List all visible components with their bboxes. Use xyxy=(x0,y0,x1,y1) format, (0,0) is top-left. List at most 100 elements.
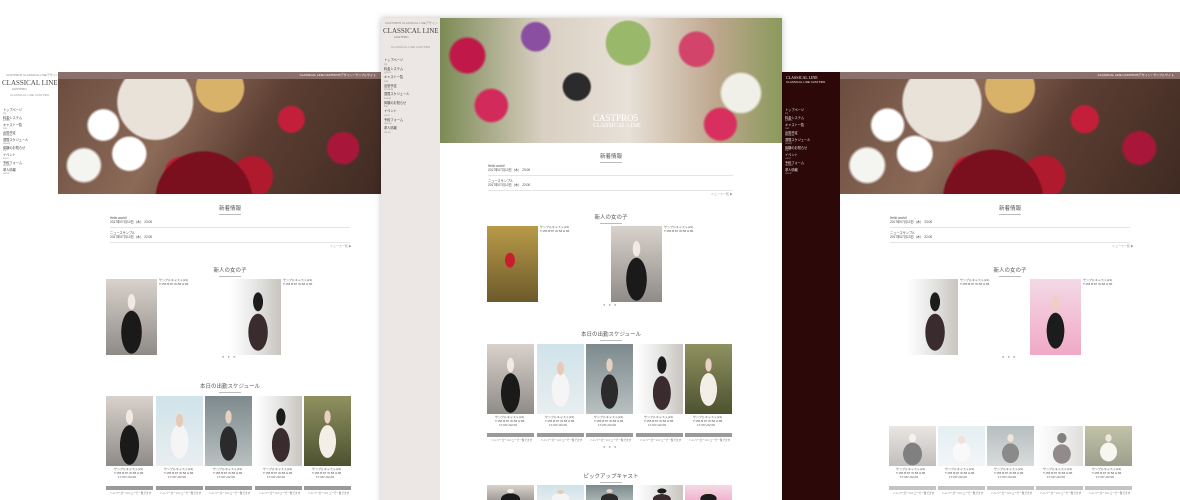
nav-item[interactable]: 体験のお知らせ trial xyxy=(384,101,409,110)
cast-photo[interactable] xyxy=(1030,279,1081,355)
cast-photo[interactable] xyxy=(889,426,936,466)
cast-photo[interactable] xyxy=(487,226,538,302)
cast-detail-button[interactable] xyxy=(636,433,683,437)
cast-photo[interactable] xyxy=(586,344,633,414)
news-more-link[interactable]: ニュース一覧 ▶ xyxy=(1112,244,1134,248)
nav-item[interactable]: 料金システム system xyxy=(3,116,28,124)
cast-photo[interactable] xyxy=(1036,426,1083,466)
cast-detail-button[interactable] xyxy=(304,486,351,490)
cast-menu-link[interactable]: ハンバーガーメニューで一覧でます xyxy=(110,491,151,495)
nav-item[interactable]: イベント event xyxy=(3,153,28,161)
nav-item[interactable]: キャスト一覧 cast xyxy=(384,75,409,84)
cast-menu-link[interactable]: ハンバーガーメニューで一覧でます xyxy=(308,491,349,495)
cast-detail-button[interactable] xyxy=(938,486,985,490)
cast-photo[interactable] xyxy=(230,279,281,355)
cast-detail-button[interactable] xyxy=(987,486,1034,490)
cast-photo[interactable] xyxy=(1085,426,1132,466)
site-logo[interactable]: CLASSICAL LINE xyxy=(383,27,439,35)
cast-size: T:155 B:87 W:58 H:86 xyxy=(159,282,189,286)
cast-photo[interactable] xyxy=(685,344,732,414)
carousel-dots[interactable]: ● ● ● xyxy=(222,354,236,359)
cast-photo[interactable] xyxy=(106,279,157,355)
nav-item[interactable]: 週間スケジュール weekly xyxy=(3,138,28,146)
cast-photo[interactable] xyxy=(586,485,633,500)
nav-item[interactable]: トップページ top xyxy=(3,108,28,116)
cast-menu-link[interactable]: ハンバーガーメニューで一覧でます xyxy=(1089,491,1130,495)
cast-menu-link[interactable]: ハンバーガーメニューで一覧でます xyxy=(942,491,983,495)
news-more-link[interactable]: ニュース一覧 ▶ xyxy=(330,244,352,248)
cast-photo[interactable] xyxy=(685,485,732,500)
nav-item[interactable]: 予約フォーム reserve xyxy=(785,161,810,169)
cast-photo[interactable] xyxy=(938,426,985,466)
cast-menu-link[interactable]: ハンバーガーメニューで一覧でます xyxy=(259,491,300,495)
cast-detail-button[interactable] xyxy=(255,486,302,490)
nav-item[interactable]: イベント event xyxy=(384,109,409,118)
nav-item[interactable]: キャスト一覧 cast xyxy=(3,123,28,131)
cast-photo[interactable] xyxy=(255,396,302,466)
cast-detail-button[interactable] xyxy=(1085,486,1132,490)
cast-menu-link[interactable]: ハンバーガーメニューで一覧でます xyxy=(160,491,201,495)
cast-photo[interactable] xyxy=(987,426,1034,466)
nav-item[interactable]: 出勤予定 schedule xyxy=(384,84,409,93)
cast-photo[interactable] xyxy=(611,226,662,302)
cast-menu-link[interactable]: ハンバーガーメニューで一覧でます xyxy=(491,438,532,442)
cast-menu-link[interactable]: ハンバーガーメニューで一覧でます xyxy=(640,438,681,442)
nav-item[interactable]: 出勤予定 schedule xyxy=(3,131,28,139)
cast-detail-button[interactable] xyxy=(487,433,534,437)
cast-detail-button[interactable] xyxy=(537,433,584,437)
cast-photo[interactable] xyxy=(636,344,683,414)
news-more-link[interactable]: ニュース一覧 ▶ xyxy=(711,192,733,196)
section-title-news: 新着情報 xyxy=(190,204,270,215)
cast-detail-button[interactable] xyxy=(156,486,203,490)
cast-photo[interactable] xyxy=(537,344,584,414)
nav-item[interactable]: 料金システム system xyxy=(384,67,409,76)
carousel-dots[interactable]: ● ● ● xyxy=(603,444,617,449)
cast-detail-button[interactable] xyxy=(685,433,732,437)
site-logo[interactable]: CLASSICAL LINE xyxy=(2,79,58,87)
cast-photo[interactable] xyxy=(304,396,351,466)
cast-photo[interactable] xyxy=(487,344,534,414)
carousel-dots[interactable]: ● ● ● xyxy=(603,302,617,307)
nav-item[interactable]: イベント event xyxy=(785,153,810,161)
nav-item[interactable]: トップページ top xyxy=(785,108,810,116)
nav-item[interactable]: 予約フォーム reserve xyxy=(384,118,409,127)
cast-photo[interactable] xyxy=(636,485,683,500)
nav-item[interactable]: 求人情報 recruit xyxy=(785,168,810,176)
cast-detail-button[interactable] xyxy=(889,486,936,490)
nav-item[interactable]: 週間スケジュール weekly xyxy=(785,138,810,146)
site-logo-sub: CASTPRO xyxy=(394,35,409,39)
cast-photo[interactable] xyxy=(487,485,534,500)
cast-menu-link[interactable]: ハンバーガーメニューで一覧でます xyxy=(1040,491,1081,495)
cast-photo[interactable] xyxy=(205,396,252,466)
cast-time: 17:00～02:00 xyxy=(949,475,968,479)
cast-menu-link[interactable]: ハンバーガーメニューで一覧でます xyxy=(209,491,250,495)
nav-item[interactable]: トップページ top xyxy=(384,58,409,67)
nav-item[interactable]: 週間スケジュール weekly xyxy=(384,92,409,101)
nav-item[interactable]: 体験のお知らせ trial xyxy=(785,146,810,154)
cast-photo[interactable] xyxy=(106,396,153,466)
cast-menu-link[interactable]: ハンバーガーメニューで一覧でます xyxy=(541,438,582,442)
center-nav: トップページ top 料金システム system キャスト一覧 cast 出勤予定 sc… xyxy=(384,58,409,135)
carousel-dots[interactable]: ● ● ● xyxy=(1002,354,1016,359)
nav-item[interactable]: キャスト一覧 cast xyxy=(785,123,810,131)
nav-item[interactable]: 求人情報 recruit xyxy=(384,126,409,135)
cast-photo[interactable] xyxy=(156,396,203,466)
site-side-tagline: CLASSICAL LINE CASTPRO xyxy=(10,93,50,97)
cast-photo[interactable] xyxy=(537,485,584,500)
cast-menu-link[interactable]: ハンバーガーメニューで一覧でます xyxy=(893,491,934,495)
cast-detail-button[interactable] xyxy=(106,486,153,490)
cast-detail-button[interactable] xyxy=(205,486,252,490)
cast-menu-link[interactable]: ハンバーガーメニューで一覧でます xyxy=(590,438,631,442)
cast-detail-button[interactable] xyxy=(1036,486,1083,490)
left-preview: CASTPRO5 CLASSICAL LINEデザイン CLASSICAL LI… xyxy=(0,0,382,500)
cast-photo[interactable] xyxy=(907,279,958,355)
cast-menu-link[interactable]: ハンバーガーメニューで一覧でます xyxy=(991,491,1032,495)
cast-menu-link[interactable]: ハンバーガーメニューで一覧でます xyxy=(689,438,730,442)
nav-item[interactable]: 料金システム system xyxy=(785,116,810,124)
cast-time: 17:00～02:00 xyxy=(598,423,617,427)
nav-item[interactable]: 求人情報 recruit xyxy=(3,168,28,176)
cast-detail-button[interactable] xyxy=(586,433,633,437)
nav-item[interactable]: 体験のお知らせ trial xyxy=(3,146,28,154)
nav-item[interactable]: 予約フォーム reserve xyxy=(3,161,28,169)
nav-item[interactable]: 出勤予定 schedule xyxy=(785,131,810,139)
